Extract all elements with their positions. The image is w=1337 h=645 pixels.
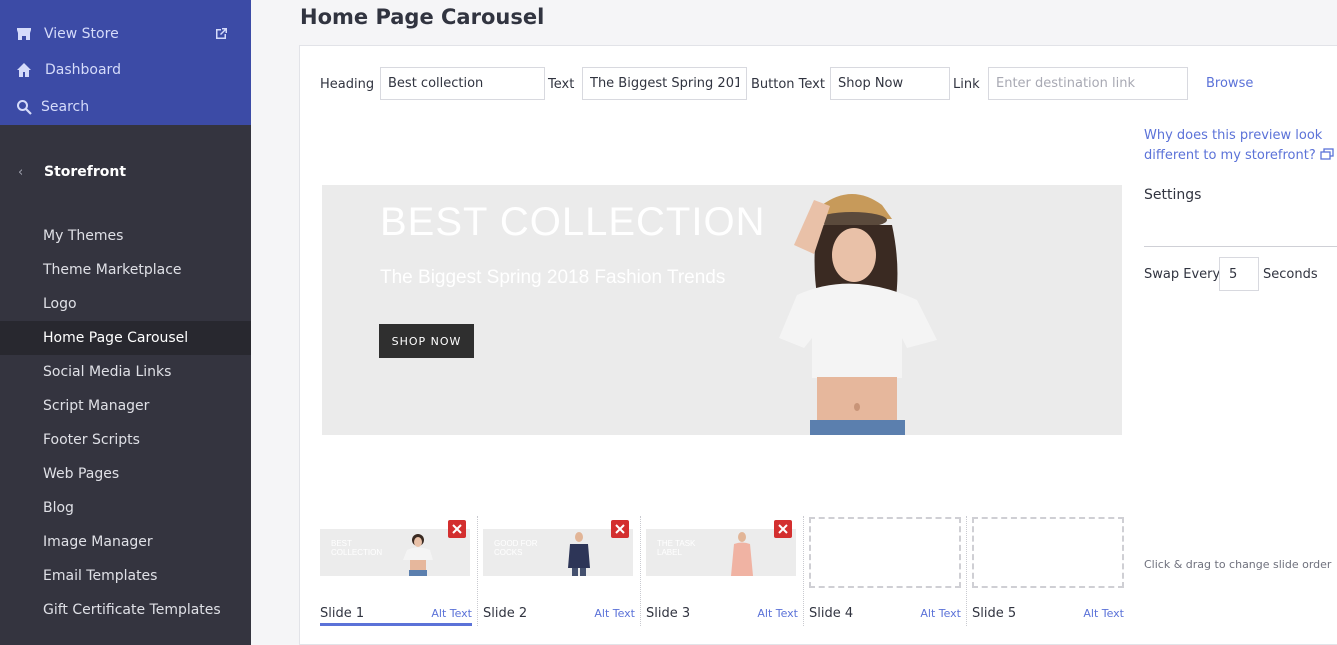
- view-store-link[interactable]: View Store: [0, 19, 251, 49]
- preview-help-text: Why does this preview look different to …: [1144, 128, 1323, 163]
- preview-subheading: The Biggest Spring 2018 Fashion Trends: [380, 267, 726, 288]
- alt-text-link[interactable]: Alt Text: [594, 607, 635, 620]
- sidebar-item-blog[interactable]: Blog: [0, 491, 251, 525]
- button-text-label: Button Text: [751, 77, 825, 92]
- sidebar-item-email-templates[interactable]: Email Templates: [0, 559, 251, 593]
- delete-slide-button[interactable]: [611, 520, 629, 538]
- sidebar-item-social-media-links[interactable]: Social Media Links: [0, 355, 251, 389]
- settings-heading: Settings: [1144, 187, 1202, 203]
- sidebar-item-label: Image Manager: [43, 534, 153, 550]
- link-label: Link: [953, 77, 980, 92]
- sidebar-item-label: Gift Certificate Templates: [43, 602, 221, 618]
- sidebar-item-my-themes[interactable]: My Themes: [0, 219, 251, 253]
- search-label: Search: [41, 99, 90, 115]
- sidebar-item-label: Theme Marketplace: [43, 262, 182, 278]
- slide-separator: [966, 516, 967, 626]
- thumbnail-model-image: [731, 532, 753, 576]
- active-slide-indicator: [320, 623, 472, 626]
- sidebar-item-label: Web Pages: [43, 466, 120, 482]
- sidebar: View Store Dashboard Search ‹ Storefront…: [0, 0, 251, 645]
- close-icon: [778, 524, 788, 534]
- alt-text-link[interactable]: Alt Text: [757, 607, 798, 620]
- slide-4[interactable]: Slide 4 Alt Text: [809, 516, 961, 628]
- chevron-left-icon: ‹: [18, 164, 24, 180]
- sidebar-item-home-page-carousel[interactable]: Home Page Carousel: [0, 321, 251, 355]
- sidebar-item-label: Home Page Carousel: [43, 330, 189, 346]
- search-icon: [17, 100, 32, 115]
- slide-label: Slide 3: [646, 606, 691, 621]
- sidebar-item-label: Script Manager: [43, 398, 150, 414]
- sidebar-item-label: Footer Scripts: [43, 432, 140, 448]
- slide-label: Slide 5: [972, 606, 1017, 621]
- swap-seconds-input[interactable]: [1219, 257, 1259, 291]
- external-link-icon: [216, 28, 227, 39]
- empty-slide-placeholder[interactable]: [972, 517, 1124, 588]
- sidebar-item-gift-certificate-templates[interactable]: Gift Certificate Templates: [0, 593, 251, 627]
- preview-shop-now-button[interactable]: SHOP NOW: [379, 324, 474, 358]
- slide-5[interactable]: Slide 5 Alt Text: [972, 516, 1124, 628]
- sidebar-item-label: My Themes: [43, 228, 124, 244]
- store-icon: [17, 28, 31, 40]
- slide-separator: [640, 516, 641, 626]
- text-label: Text: [548, 77, 575, 92]
- thumbnail-model-image: [403, 534, 433, 576]
- sidebar-item-logo[interactable]: Logo: [0, 287, 251, 321]
- swap-every-label: Swap Every: [1144, 267, 1221, 282]
- model-image: [779, 194, 937, 435]
- slide-1[interactable]: BEST COLLECTION Slide 1 Alt Text: [320, 516, 472, 628]
- thumbnail-heading: BEST COLLECTION: [331, 539, 383, 557]
- sidebar-item-label: Logo: [43, 296, 77, 312]
- slide-separator: [477, 516, 478, 626]
- slide-label: Slide 4: [809, 606, 854, 621]
- storefront-title: Storefront: [44, 164, 127, 180]
- empty-slide-placeholder[interactable]: [809, 517, 961, 588]
- slide-2[interactable]: GOOD FOR COCKS Slide 2 Alt Text: [483, 516, 635, 628]
- slide-label: Slide 1: [320, 606, 365, 621]
- sidebar-item-label: Email Templates: [43, 568, 158, 584]
- delete-slide-button[interactable]: [448, 520, 466, 538]
- close-icon: [452, 524, 462, 534]
- button-text-input[interactable]: [830, 67, 950, 100]
- page-title: Home Page Carousel: [300, 5, 545, 29]
- thumbnail-heading: GOOD FOR COCKS: [494, 539, 538, 557]
- close-icon: [615, 524, 625, 534]
- alt-text-link[interactable]: Alt Text: [431, 607, 472, 620]
- browse-link[interactable]: Browse: [1206, 76, 1253, 91]
- sidebar-item-label: Social Media Links: [43, 364, 172, 380]
- slide-separator: [803, 516, 804, 626]
- carousel-preview: BEST COLLECTION The Biggest Spring 2018 …: [322, 185, 1122, 435]
- dashboard-link[interactable]: Dashboard: [0, 55, 251, 85]
- storefront-back[interactable]: ‹ Storefront: [0, 158, 251, 186]
- sidebar-item-theme-marketplace[interactable]: Theme Marketplace: [0, 253, 251, 287]
- alt-text-link[interactable]: Alt Text: [920, 607, 961, 620]
- sidebar-top-section: View Store Dashboard Search: [0, 0, 251, 125]
- sidebar-item-script-manager[interactable]: Script Manager: [0, 389, 251, 423]
- sidebar-item-footer-scripts[interactable]: Footer Scripts: [0, 423, 251, 457]
- dashboard-label: Dashboard: [45, 62, 121, 78]
- link-input[interactable]: [988, 67, 1188, 100]
- preview-help-link[interactable]: Why does this preview look different to …: [1144, 126, 1334, 166]
- settings-divider: [1144, 246, 1337, 247]
- alt-text-link[interactable]: Alt Text: [1083, 607, 1124, 620]
- thumbnail-heading: THE TASK LABEL: [657, 539, 696, 557]
- heading-input[interactable]: [380, 67, 545, 100]
- sidebar-item-label: Blog: [43, 500, 74, 516]
- slide-label: Slide 2: [483, 606, 528, 621]
- heading-label: Heading: [320, 77, 375, 92]
- text-input[interactable]: [582, 67, 747, 100]
- sidebar-item-image-manager[interactable]: Image Manager: [0, 525, 251, 559]
- drag-hint: Click & drag to change slide order: [1144, 558, 1332, 571]
- home-icon: [17, 63, 31, 77]
- delete-slide-button[interactable]: [774, 520, 792, 538]
- view-store-label: View Store: [44, 26, 119, 42]
- sidebar-item-web-pages[interactable]: Web Pages: [0, 457, 251, 491]
- search-link[interactable]: Search: [0, 92, 251, 122]
- slide-3[interactable]: THE TASK LABEL Slide 3 Alt Text: [646, 516, 798, 628]
- seconds-label: Seconds: [1263, 267, 1318, 282]
- thumbnail-model-image: [568, 532, 590, 576]
- external-window-icon: [1320, 148, 1334, 160]
